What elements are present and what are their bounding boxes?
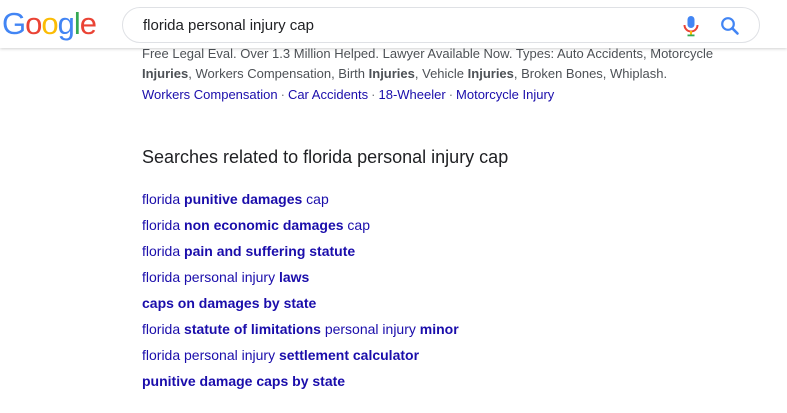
- search-input[interactable]: [143, 15, 663, 35]
- logo-letter: o: [41, 6, 58, 41]
- related-search-text: florida personal injury: [142, 347, 279, 363]
- search-box: [122, 7, 760, 43]
- related-search-text-bold: caps on damages by state: [142, 295, 317, 311]
- related-search-link[interactable]: punitive damage caps by state: [142, 373, 345, 389]
- sitelink-separator: ·: [371, 87, 376, 102]
- related-search-link[interactable]: florida pain and suffering statute: [142, 243, 355, 259]
- related-search-text: florida: [142, 191, 185, 207]
- related-search-text-bold: laws: [278, 269, 310, 285]
- magnifier-icon[interactable]: [719, 15, 741, 37]
- related-search-text: florida: [142, 217, 185, 233]
- snippet-text-bold: Injuries: [142, 66, 189, 81]
- ad-sitelinks: Workers Compensation · Car Accidents · 18-Wh…: [142, 86, 742, 104]
- snippet-text: , Vehicle: [414, 66, 468, 81]
- related-searches-list: florida punitive damages cap florida non…: [142, 189, 459, 397]
- sitelink-car-accidents[interactable]: Car Accidents: [288, 87, 368, 102]
- related-search-link[interactable]: caps on damages by state: [142, 295, 316, 311]
- related-search-item: florida pain and suffering statute: [142, 241, 459, 267]
- related-search-text-bold: minor: [419, 321, 459, 337]
- related-search-item: punitive damage caps by state: [142, 371, 459, 397]
- sitelink-separator: ·: [448, 87, 454, 102]
- sitelink-motorcycle-injury[interactable]: Motorcycle Injury: [456, 87, 554, 102]
- snippet-text: , Broken Bones, Whiplash.: [513, 66, 668, 81]
- related-search-item: caps on damages by state: [142, 293, 459, 319]
- logo-letter: g: [57, 6, 75, 41]
- related-search-item: florida personal injury settlement calcu…: [142, 345, 459, 371]
- ad-snippet: Free Legal Eval. Over 1.3 Million Helped…: [142, 44, 742, 84]
- snippet-text-bold: Injuries: [467, 66, 514, 81]
- header: Google: [0, 0, 787, 48]
- snippet-text: , Workers Compensation, Birth: [188, 66, 369, 81]
- microphone-icon[interactable]: [681, 15, 701, 37]
- logo-letter: o: [25, 6, 42, 41]
- sitelink-workers-compensation[interactable]: Workers Compensation: [142, 87, 278, 102]
- snippet-text: Free Legal Eval. Over 1.3 Million Helped…: [142, 46, 714, 61]
- related-search-text: florida personal injury: [142, 269, 279, 285]
- related-search-text: personal injury: [320, 321, 420, 337]
- related-search-link[interactable]: florida personal injury settlement calcu…: [142, 347, 419, 363]
- sitelink-separator: ·: [280, 87, 285, 102]
- related-search-text: florida: [142, 243, 185, 259]
- related-search-text-bold: pain and suffering statute: [184, 243, 356, 259]
- related-search-text: cap: [343, 217, 370, 233]
- related-search-item: florida personal injury laws: [142, 267, 459, 293]
- related-search-text-bold: non economic damages: [184, 217, 344, 233]
- related-search-link[interactable]: florida statute of limitations personal …: [142, 321, 459, 337]
- related-search-text-bold: settlement calculator: [278, 347, 420, 363]
- related-search-item: florida statute of limitations personal …: [142, 319, 459, 345]
- related-search-item: florida non economic damages cap: [142, 215, 459, 241]
- related-search-text-bold: statute of limitations: [184, 321, 321, 337]
- snippet-text-bold: Injuries: [368, 66, 415, 81]
- related-search-text-bold: punitive damage caps by state: [142, 373, 346, 389]
- related-search-link[interactable]: florida personal injury laws: [142, 269, 309, 285]
- related-search-text-bold: punitive damages: [184, 191, 303, 207]
- related-search-link[interactable]: florida non economic damages cap: [142, 217, 370, 233]
- related-searches-title: Searches related to florida personal inj…: [142, 147, 509, 167]
- logo-letter: G: [2, 6, 26, 41]
- related-search-text: cap: [302, 191, 329, 207]
- related-search-text: florida: [142, 321, 185, 337]
- sitelink-18-wheeler[interactable]: 18-Wheeler: [378, 87, 445, 102]
- related-search-item: florida punitive damages cap: [142, 189, 459, 215]
- logo-letter: e: [79, 6, 97, 41]
- related-search-link[interactable]: florida punitive damages cap: [142, 191, 329, 207]
- google-logo[interactable]: Google: [2, 6, 97, 41]
